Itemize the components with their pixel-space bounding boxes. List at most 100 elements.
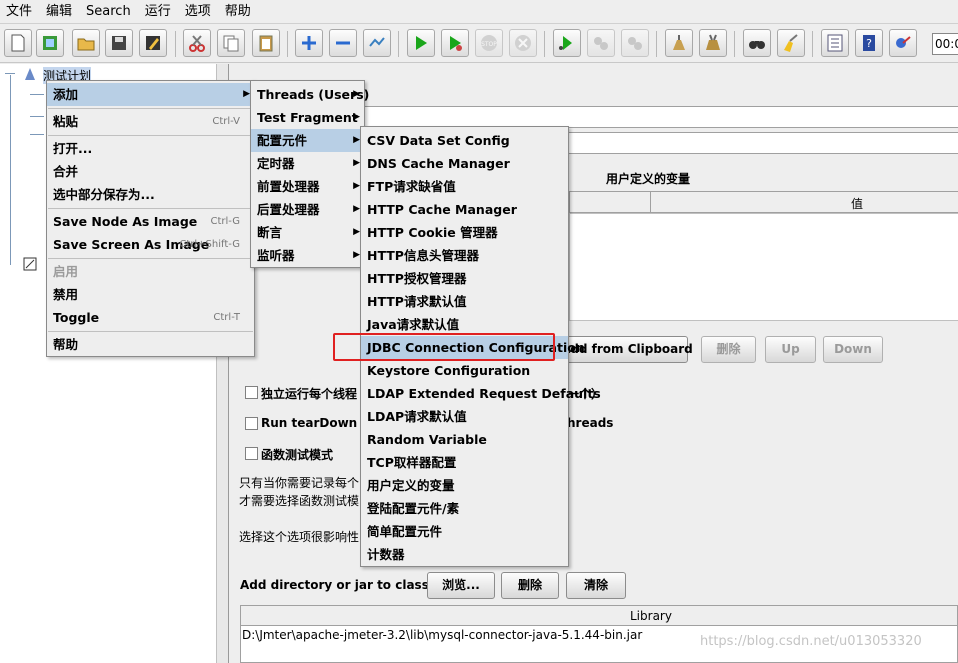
ctx-item-merge[interactable]: 合并 [47, 160, 254, 183]
search-button[interactable] [743, 29, 771, 57]
remote-start-button[interactable] [553, 29, 581, 57]
stop-button[interactable]: STOP [475, 29, 503, 57]
ctx-shortcut: Ctrl-V [212, 116, 240, 127]
ctx-item-paste[interactable]: 粘贴 Ctrl-V [47, 110, 254, 133]
ctx-item-save-node-image[interactable]: Save Node As Image Ctrl-G [47, 210, 254, 233]
config-menu-item[interactable]: Keystore Configuration [361, 359, 568, 382]
browse-button[interactable]: 浏览... [427, 572, 495, 599]
remote-shutdown-button[interactable] [621, 29, 649, 57]
add-menu-item[interactable]: 配置元件 ▶ [251, 129, 364, 152]
new-button[interactable] [4, 29, 32, 57]
delete-classpath-button[interactable]: 删除 [501, 572, 559, 599]
function-helper-button[interactable] [821, 29, 849, 57]
context-menu: 添加 ▶ 粘贴 Ctrl-V 打开... 合并 选中部分保存为... Save No… [46, 80, 255, 357]
menu-run[interactable]: 运行 [138, 1, 178, 23]
ctx-item-toggle[interactable]: Toggle Ctrl-T [47, 306, 254, 329]
functional-mode-checkbox[interactable] [245, 447, 258, 460]
teardown-checkbox[interactable] [245, 417, 258, 430]
clear-button[interactable] [665, 29, 693, 57]
config-menu-item[interactable]: Random Variable [361, 428, 568, 451]
config-menu-item[interactable]: HTTP Cache Manager [361, 198, 568, 221]
open-button[interactable] [72, 29, 100, 57]
log-viewer-button[interactable] [889, 29, 917, 57]
workbench-node[interactable] [22, 256, 38, 275]
clear-classpath-button[interactable]: 清除 [566, 572, 626, 599]
ctx-item-label: Save Node As Image [53, 214, 198, 229]
menu-item-label: Random Variable [367, 432, 487, 447]
config-menu-item[interactable]: HTTP信息头管理器 [361, 244, 568, 267]
collapse-all-button[interactable] [329, 29, 357, 57]
add-menu-item[interactable]: 定时器 ▶ [251, 152, 364, 175]
start-no-pauses-button[interactable] [441, 29, 469, 57]
ctx-item-open[interactable]: 打开... [47, 137, 254, 160]
config-menu-item[interactable]: HTTP授权管理器 [361, 267, 568, 290]
config-menu-item[interactable]: CSV Data Set Config [361, 129, 568, 152]
templates-button[interactable] [36, 29, 64, 57]
move-down-button[interactable]: Down [823, 336, 883, 363]
add-menu-item[interactable]: 后置处理器 ▶ [251, 198, 364, 221]
independent-threads-checkbox[interactable] [245, 386, 258, 399]
copy-button[interactable] [217, 29, 245, 57]
config-menu-item[interactable]: 计数器 [361, 543, 568, 566]
toolbar: STOP ? 00:0 [0, 25, 958, 63]
ctx-item-help[interactable]: 帮助 [47, 333, 254, 356]
note-line-2: 才需要选择函数测试模 [239, 494, 360, 508]
config-menu-item[interactable]: DNS Cache Manager [361, 152, 568, 175]
stop-icon: STOP [481, 35, 497, 51]
udv-table-body[interactable] [569, 213, 958, 321]
ctx-item-disable[interactable]: 禁用 [47, 283, 254, 306]
clear-all-button[interactable] [699, 29, 727, 57]
ctx-item-enable[interactable]: 启用 [47, 260, 254, 283]
config-menu-item[interactable]: 简单配置元件 [361, 520, 568, 543]
submenu-arrow-icon: ▶ [353, 204, 360, 214]
config-menu-item[interactable]: HTTP请求默认值 [361, 290, 568, 313]
open-folder-icon [77, 38, 95, 51]
ctx-item-label: 禁用 [53, 287, 79, 302]
config-menu-item[interactable]: LDAP Extended Request Defaults [361, 382, 601, 405]
menu-search[interactable]: Search [79, 1, 138, 23]
menu-file[interactable]: 文件 [0, 1, 39, 23]
svg-text:?: ? [866, 37, 872, 50]
menu-item-label: LDAP Extended Request Defaults [367, 386, 601, 401]
menu-item-label: DNS Cache Manager [367, 156, 510, 171]
highlight-box [333, 333, 555, 361]
help-button[interactable]: ? [855, 29, 883, 57]
remote-stop-button[interactable] [587, 29, 615, 57]
cut-button[interactable] [183, 29, 211, 57]
ctx-shortcut: Ctrl+Shift-G [179, 239, 240, 250]
config-menu-item[interactable]: LDAP请求默认值 [361, 405, 568, 428]
paste-button[interactable] [252, 29, 280, 57]
add-menu-item[interactable]: Test Fragment ▶ [251, 106, 364, 129]
plus-icon [302, 36, 316, 50]
save-as-button[interactable] [139, 29, 167, 57]
delete-row-button[interactable]: 删除 [701, 336, 756, 363]
config-menu-item[interactable]: 登陆配置元件/素 [361, 497, 568, 520]
config-menu-item[interactable]: TCP取样器配置 [361, 451, 568, 474]
config-menu-item[interactable]: HTTP Cookie 管理器 [361, 221, 568, 244]
expand-all-button[interactable] [295, 29, 323, 57]
ctx-item-label: 帮助 [53, 337, 79, 352]
library-row[interactable]: D:\Jmter\apache-jmeter-3.2\lib\mysql-con… [242, 628, 642, 642]
add-menu-item[interactable]: 断言 ▶ [251, 221, 364, 244]
shutdown-button[interactable] [509, 29, 537, 57]
add-menu-item[interactable]: Threads (Users) ▶ [251, 83, 369, 106]
ctx-item-save-screen-image[interactable]: Save Screen As Image Ctrl+Shift-G [47, 233, 254, 256]
ctx-item-add[interactable]: 添加 ▶ [47, 83, 254, 106]
config-menu-item[interactable]: FTP请求缺省值 [361, 175, 568, 198]
ctx-item-save-selection[interactable]: 选中部分保存为... [47, 183, 254, 206]
menu-options[interactable]: 选项 [178, 1, 218, 23]
add-menu-item[interactable]: 前置处理器 ▶ [251, 175, 364, 198]
reset-search-button[interactable] [777, 29, 805, 57]
menu-item-label: HTTP Cache Manager [367, 202, 517, 217]
config-menu-item[interactable]: 用户定义的变量 [361, 474, 568, 497]
save-button[interactable] [105, 29, 133, 57]
name-field[interactable] [359, 106, 958, 128]
menu-item-label: 监听器 [257, 248, 295, 263]
move-up-button[interactable]: Up [765, 336, 816, 363]
submenu-arrow-icon: ▶ [353, 181, 360, 191]
start-button[interactable] [407, 29, 435, 57]
menu-help[interactable]: 帮助 [218, 1, 258, 23]
toggle-button[interactable] [363, 29, 391, 57]
menu-edit[interactable]: 编辑 [39, 1, 79, 23]
add-menu-item[interactable]: 监听器 ▶ [251, 244, 364, 267]
